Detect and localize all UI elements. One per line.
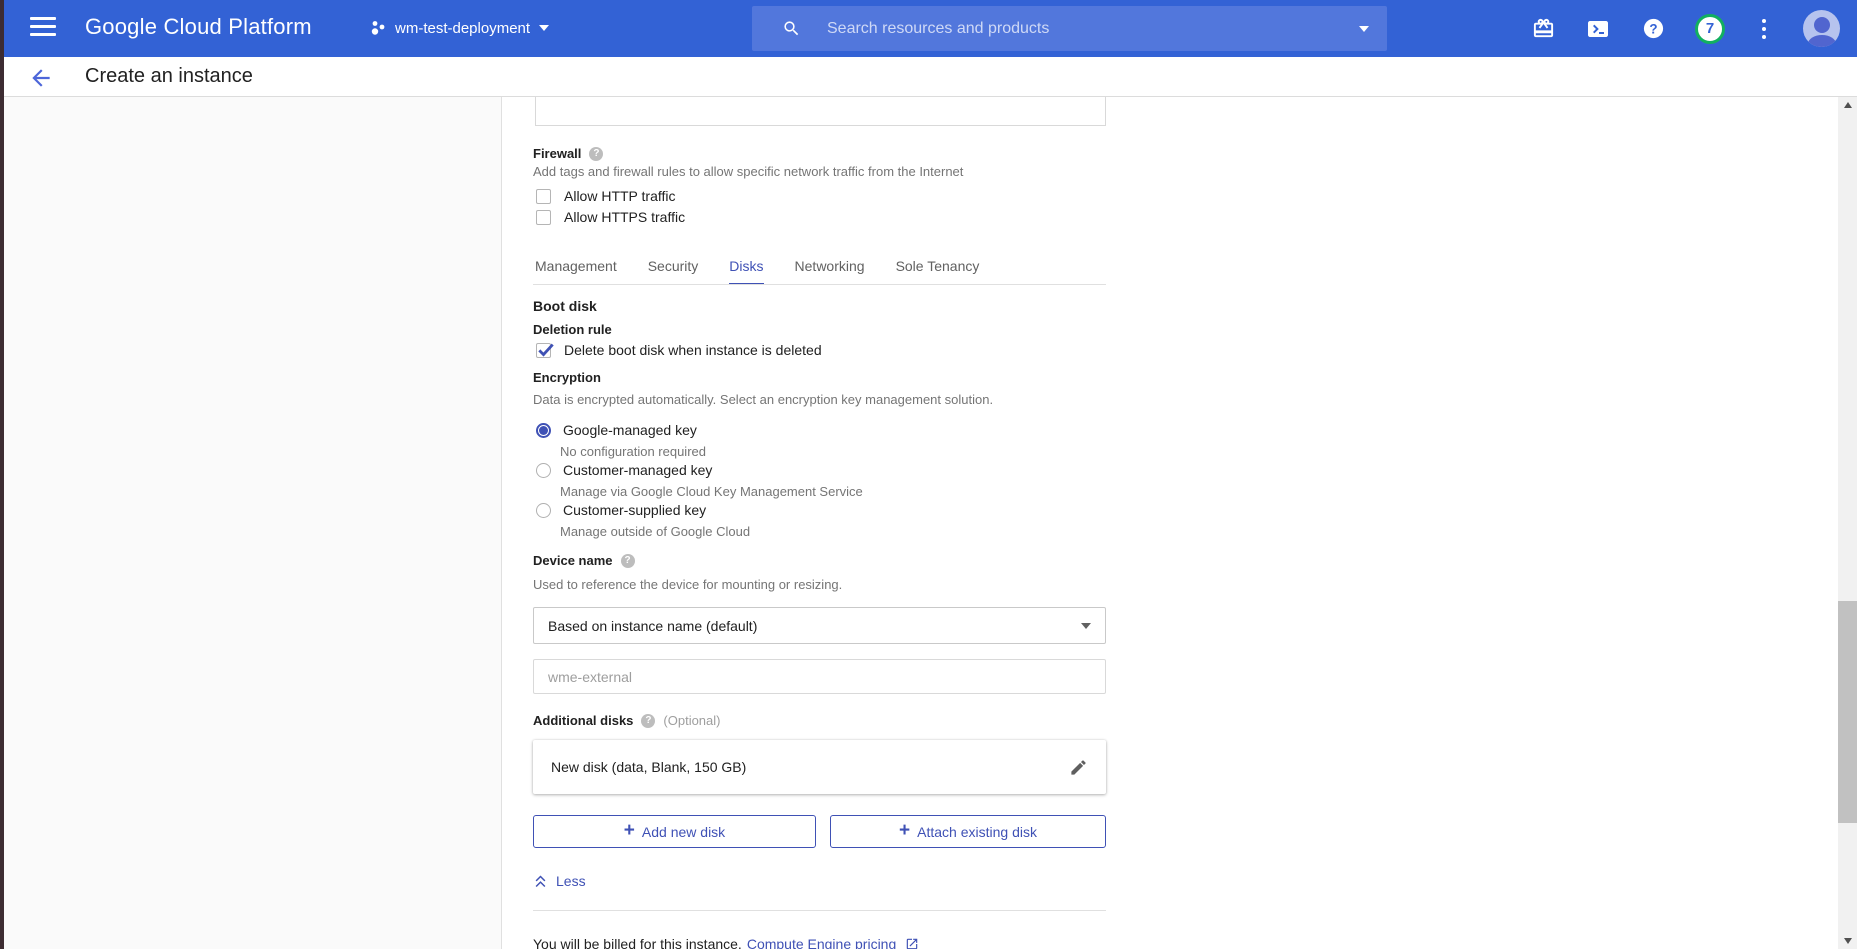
device-name-select-value: Based on instance name (default) xyxy=(548,618,1081,634)
cloud-shell-icon[interactable] xyxy=(1585,16,1611,42)
encryption-label: Encryption xyxy=(533,370,601,385)
scrollbar-thumb[interactable] xyxy=(1838,601,1857,823)
help-circle-icon[interactable]: ? xyxy=(589,147,603,161)
firewall-label-text: Firewall xyxy=(533,146,581,161)
google-managed-key-note: No configuration required xyxy=(560,444,706,459)
plus-icon: + xyxy=(899,820,910,842)
notification-badge[interactable]: 7 xyxy=(1695,14,1725,44)
tabs-divider xyxy=(533,284,1106,285)
plus-icon: + xyxy=(624,820,635,842)
chevron-down-icon xyxy=(1081,623,1091,629)
appbar-icon-group: ? 7 xyxy=(1530,0,1840,57)
kebab-menu-icon[interactable] xyxy=(1754,19,1774,39)
page-title: Create an instance xyxy=(85,65,253,88)
tab-networking[interactable]: Networking xyxy=(795,258,865,285)
search-bar[interactable]: Search resources and products xyxy=(752,6,1387,51)
tab-security[interactable]: Security xyxy=(648,258,699,285)
radio-customer-supplied-key[interactable]: Customer-supplied key xyxy=(536,502,706,518)
form-content: Firewall ? Add tags and firewall rules t… xyxy=(533,0,1106,949)
radio-selected-icon xyxy=(536,423,551,438)
collapse-less-icon xyxy=(533,874,548,889)
svg-text:?: ? xyxy=(1649,21,1657,36)
search-placeholder: Search resources and products xyxy=(827,20,1359,38)
allow-http-label: Allow HTTP traffic xyxy=(564,188,676,204)
help-circle-icon[interactable]: ? xyxy=(621,554,635,568)
left-panel xyxy=(4,97,502,949)
radio-customer-managed-key[interactable]: Customer-managed key xyxy=(536,462,712,478)
add-new-disk-button[interactable]: + Add new disk xyxy=(533,815,816,848)
tab-management[interactable]: Management xyxy=(535,258,617,285)
radio-unselected-icon xyxy=(536,503,551,518)
attach-existing-disk-button[interactable]: + Attach existing disk xyxy=(830,815,1106,848)
delete-boot-disk-label: Delete boot disk when instance is delete… xyxy=(564,342,822,358)
disk-card-title: New disk (data, Blank, 150 GB) xyxy=(551,759,1069,775)
additional-disks-label: Additional disks ? (Optional) xyxy=(533,713,720,728)
firewall-section-label: Firewall ? xyxy=(533,146,603,161)
less-toggle[interactable]: Less xyxy=(533,873,586,889)
search-icon xyxy=(782,19,801,38)
additional-disks-label-text: Additional disks xyxy=(533,713,633,728)
help-icon[interactable]: ? xyxy=(1640,16,1666,42)
tab-sole-tenancy[interactable]: Sole Tenancy xyxy=(896,258,980,285)
project-name: wm-test-deployment xyxy=(395,20,530,37)
device-name-label: Device name ? xyxy=(533,553,635,568)
scroll-down-arrow[interactable] xyxy=(1838,933,1857,949)
edit-pencil-icon[interactable] xyxy=(1069,758,1088,777)
deletion-rule-label: Deletion rule xyxy=(533,322,612,337)
gift-icon[interactable] xyxy=(1530,16,1556,42)
external-link-icon xyxy=(905,937,919,949)
page-bar: Create an instance xyxy=(0,57,1857,97)
delete-boot-disk-checkbox[interactable]: Delete boot disk when instance is delete… xyxy=(536,342,822,358)
checkbox-unchecked-icon xyxy=(536,210,551,225)
optional-note: (Optional) xyxy=(663,713,720,728)
disk-settings-tabs: Management Security Disks Networking Sol… xyxy=(535,258,979,285)
customer-managed-key-note: Manage via Google Cloud Key Management S… xyxy=(560,484,863,499)
tab-disks[interactable]: Disks xyxy=(729,258,763,285)
checkbox-unchecked-icon xyxy=(536,189,551,204)
billing-note: You will be billed for this instance. Co… xyxy=(533,936,919,949)
device-name-label-text: Device name xyxy=(533,553,613,568)
pricing-link[interactable]: Compute Engine pricing xyxy=(747,936,896,949)
radio-google-managed-key[interactable]: Google-managed key xyxy=(536,422,697,438)
boot-disk-title: Boot disk xyxy=(533,298,597,314)
allow-https-checkbox[interactable]: Allow HTTPS traffic xyxy=(536,209,685,225)
allow-http-checkbox[interactable]: Allow HTTP traffic xyxy=(536,188,676,204)
google-managed-key-label: Google-managed key xyxy=(563,422,697,438)
attach-existing-disk-label: Attach existing disk xyxy=(917,824,1037,840)
customer-supplied-key-label: Customer-supplied key xyxy=(563,502,706,518)
app-header: Google Cloud Platform wm-test-deployment… xyxy=(0,0,1857,57)
footer-divider xyxy=(533,910,1106,911)
less-label: Less xyxy=(556,873,586,889)
customer-managed-key-label: Customer-managed key xyxy=(563,462,712,478)
allow-https-label: Allow HTTPS traffic xyxy=(564,209,685,225)
gcp-console-screen: Google Cloud Platform wm-test-deployment… xyxy=(0,0,1857,949)
disk-name-input[interactable]: wme-external xyxy=(533,659,1106,694)
billing-text: You will be billed for this instance. xyxy=(533,936,742,949)
project-selector[interactable]: wm-test-deployment xyxy=(370,13,549,43)
encryption-description: Data is encrypted automatically. Select … xyxy=(533,392,993,407)
add-new-disk-label: Add new disk xyxy=(642,824,725,840)
device-name-description: Used to reference the device for mountin… xyxy=(533,577,842,592)
hamburger-menu-icon[interactable] xyxy=(30,17,56,39)
checkbox-checked-icon xyxy=(536,343,551,358)
back-arrow-icon[interactable] xyxy=(28,65,54,91)
brand-title[interactable]: Google Cloud Platform xyxy=(85,14,312,40)
window-edge xyxy=(0,0,4,949)
device-name-select[interactable]: Based on instance name (default) xyxy=(533,607,1106,644)
chevron-down-icon xyxy=(539,25,549,31)
project-icon xyxy=(370,20,386,36)
additional-disk-card[interactable]: New disk (data, Blank, 150 GB) xyxy=(533,740,1106,794)
customer-supplied-key-note: Manage outside of Google Cloud xyxy=(560,524,750,539)
scroll-up-arrow[interactable] xyxy=(1838,97,1857,113)
firewall-description: Add tags and firewall rules to allow spe… xyxy=(533,164,963,179)
radio-unselected-icon xyxy=(536,463,551,478)
help-circle-icon[interactable]: ? xyxy=(641,714,655,728)
search-chevron-down-icon[interactable] xyxy=(1359,26,1369,32)
avatar[interactable] xyxy=(1803,10,1840,47)
vertical-scrollbar[interactable] xyxy=(1838,97,1857,949)
disk-name-value: wme-external xyxy=(548,669,632,685)
